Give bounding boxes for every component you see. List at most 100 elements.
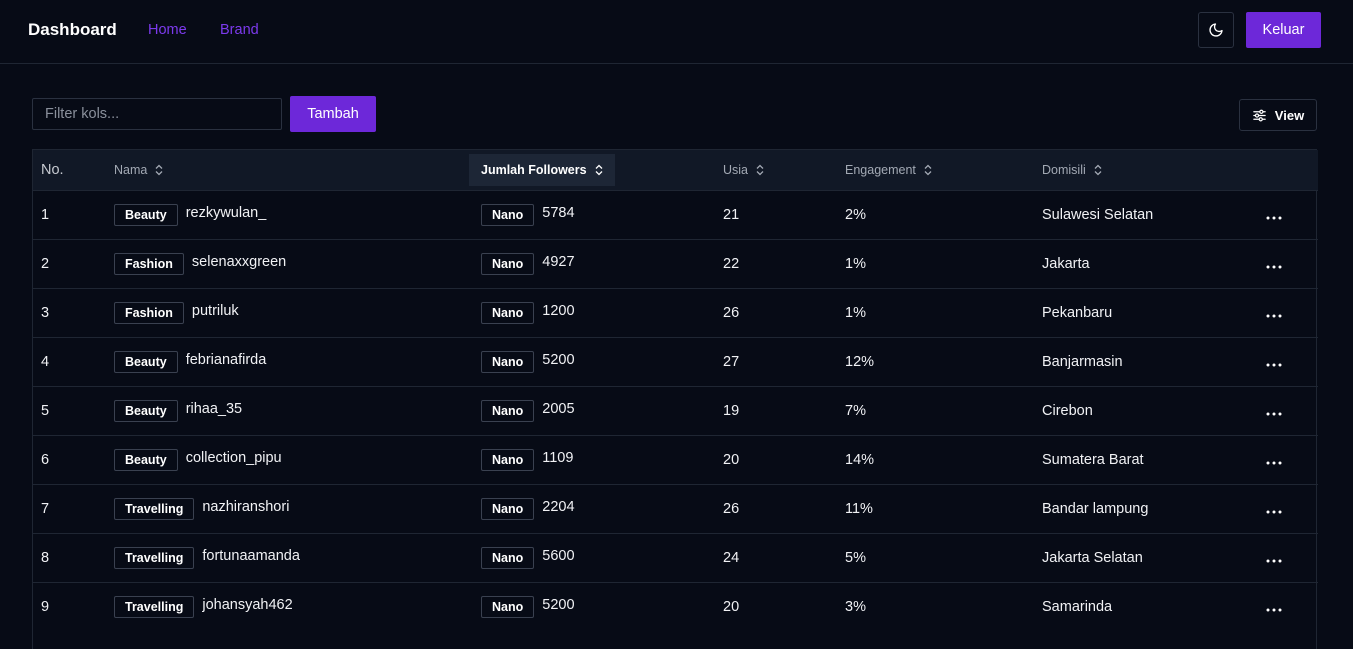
- sort-icon: [924, 164, 932, 176]
- domicile-cell: Banjarmasin: [1042, 353, 1123, 370]
- followers-cell: Nano 2204: [481, 484, 723, 533]
- row-number: 1: [41, 206, 50, 223]
- table-row[interactable]: 9 Travelling johansyah462 Nano 5200 20 3% …: [33, 582, 1318, 631]
- table-row[interactable]: 1 Beauty rezkywulan_ Nano 5784 21 2% Sulaw…: [33, 190, 1318, 239]
- add-button[interactable]: Tambah: [290, 96, 376, 132]
- category-badge: Travelling: [114, 497, 195, 520]
- name-cell: Beauty rihaa_35: [114, 386, 481, 435]
- kol-name: febrianafirda: [185, 351, 267, 368]
- domicile-cell: Bandar lampung: [1042, 500, 1149, 517]
- ellipsis-icon[interactable]: [1254, 400, 1282, 420]
- name-cell: Travelling fortunaamanda: [114, 533, 481, 582]
- table-row[interactable]: 7 Travelling nazhiranshori Nano 2204 26 11…: [33, 484, 1318, 533]
- followers-count: 2005: [542, 400, 575, 417]
- table-row[interactable]: 6 Beauty collection_pipu Nano 1109 20 14% …: [33, 435, 1318, 484]
- table-row[interactable]: 4 Beauty febrianafirda Nano 5200 27 12% Ba…: [33, 337, 1318, 386]
- table-row[interactable]: 3 Fashion putriluk Nano 1200 26 1% Pekanba…: [33, 288, 1318, 337]
- age-cell: 20: [723, 451, 740, 468]
- kol-name: putriluk: [191, 302, 239, 319]
- kol-name: rezkywulan_: [185, 204, 267, 221]
- row-number: 4: [41, 353, 50, 370]
- theme-toggle-button[interactable]: [1198, 12, 1234, 48]
- ellipsis-icon[interactable]: [1254, 204, 1282, 224]
- sort-icon: [155, 164, 163, 176]
- row-number: 7: [41, 500, 50, 517]
- category-badge: Beauty: [114, 399, 178, 422]
- row-actions-cell: [1254, 337, 1318, 386]
- tier-badge: Nano: [481, 595, 535, 618]
- kol-name: johansyah462: [202, 596, 293, 613]
- engagement-cell: 1%: [845, 255, 866, 272]
- filter-input[interactable]: [32, 98, 282, 130]
- tier-badge: Nano: [481, 448, 535, 471]
- app-title: Dashboard: [28, 20, 117, 39]
- engagement-cell: 7%: [845, 402, 866, 419]
- ellipsis-icon[interactable]: [1254, 547, 1282, 567]
- name-cell: Travelling nazhiranshori: [114, 484, 481, 533]
- age-cell: 27: [723, 353, 740, 370]
- column-header-followers[interactable]: Jumlah Followers: [469, 150, 723, 190]
- row-actions-cell: [1254, 288, 1318, 337]
- row-actions-cell: [1254, 239, 1318, 288]
- age-cell: 26: [723, 500, 740, 517]
- ellipsis-icon[interactable]: [1254, 253, 1282, 273]
- tier-badge: Nano: [481, 252, 535, 275]
- engagement-cell: 11%: [845, 500, 873, 517]
- age-cell: 22: [723, 255, 740, 272]
- age-cell: 20: [723, 598, 740, 615]
- column-header-domisili[interactable]: Domisili: [1042, 150, 1254, 190]
- column-label: Jumlah Followers: [481, 162, 587, 177]
- table-header-row: No. Nama Jumlah Followers Usia Engagemen…: [33, 150, 1318, 190]
- ellipsis-icon[interactable]: [1254, 596, 1282, 616]
- column-header-engagement[interactable]: Engagement: [845, 150, 1042, 190]
- engagement-cell: 14%: [845, 451, 875, 468]
- ellipsis-icon[interactable]: [1254, 302, 1282, 322]
- tier-badge: Nano: [481, 497, 535, 520]
- tier-badge: Nano: [481, 350, 535, 373]
- nav-brand-link[interactable]: Brand: [220, 22, 259, 38]
- kol-name: collection_pipu: [185, 449, 282, 466]
- column-header-actions: [1254, 150, 1318, 190]
- kols-table: No. Nama Jumlah Followers Usia Engagemen…: [32, 149, 1318, 649]
- ellipsis-icon[interactable]: [1254, 449, 1282, 469]
- tier-badge: Nano: [481, 301, 535, 324]
- followers-cell: Nano 5784: [481, 190, 723, 239]
- domicile-cell: Sulawesi Selatan: [1042, 206, 1154, 223]
- sort-icon: [1094, 164, 1102, 176]
- column-label: Nama: [114, 162, 148, 177]
- column-header-nama[interactable]: Nama: [114, 150, 481, 190]
- domicile-cell: Jakarta Selatan: [1042, 549, 1143, 566]
- age-cell: 26: [723, 304, 740, 321]
- followers-count: 2204: [542, 498, 575, 515]
- name-cell: Travelling johansyah462: [114, 582, 481, 631]
- ellipsis-icon[interactable]: [1254, 351, 1282, 371]
- domicile-cell: Cirebon: [1042, 402, 1093, 419]
- engagement-cell: 12%: [845, 353, 875, 370]
- followers-count: 5200: [542, 351, 575, 368]
- nav-home-link[interactable]: Home: [148, 22, 187, 38]
- sort-icon: [595, 164, 603, 176]
- table-row[interactable]: 5 Beauty rihaa_35 Nano 2005 19 7% Cirebon: [33, 386, 1318, 435]
- view-options-button[interactable]: View: [1239, 99, 1317, 131]
- followers-count: 5600: [542, 547, 575, 564]
- sort-icon: [756, 164, 764, 176]
- ellipsis-icon[interactable]: [1254, 498, 1282, 518]
- age-cell: 19: [723, 402, 740, 419]
- table-row[interactable]: 2 Fashion selenaxxgreen Nano 4927 22 1% Ja…: [33, 239, 1318, 288]
- row-actions-cell: [1254, 533, 1318, 582]
- age-cell: 21: [723, 206, 740, 223]
- logout-button[interactable]: Keluar: [1246, 12, 1321, 48]
- column-header-no: No.: [41, 161, 64, 178]
- sliders-icon: [1253, 109, 1266, 121]
- table-row[interactable]: 8 Travelling fortunaamanda Nano 5600 24 5%…: [33, 533, 1318, 582]
- name-cell: Beauty rezkywulan_: [114, 190, 481, 239]
- followers-cell: Nano 5200: [481, 582, 723, 631]
- followers-count: 1200: [542, 302, 575, 319]
- domicile-cell: Pekanbaru: [1042, 304, 1113, 321]
- name-cell: Fashion selenaxxgreen: [114, 239, 481, 288]
- category-badge: Beauty: [114, 350, 178, 373]
- followers-count: 5784: [542, 204, 575, 221]
- column-label: Usia: [723, 162, 749, 177]
- column-header-usia[interactable]: Usia: [723, 150, 845, 190]
- row-number: 9: [41, 598, 50, 615]
